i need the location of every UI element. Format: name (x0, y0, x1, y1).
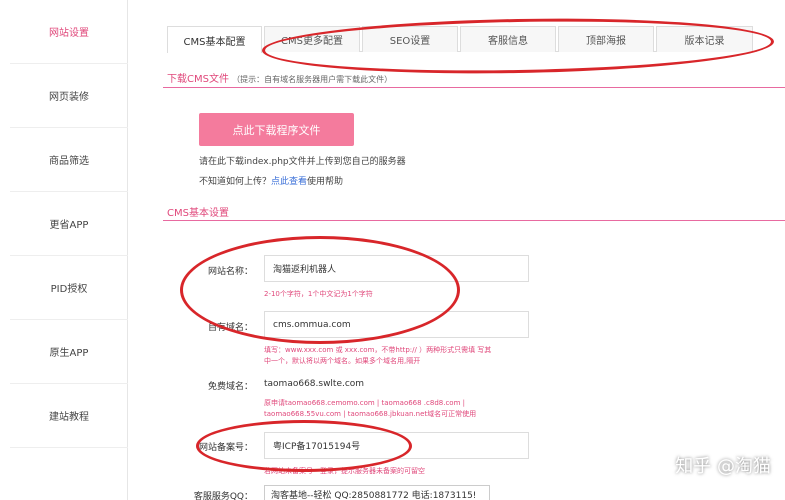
upload-instruction: 请在此下载index.php文件并上传到您自己的服务器 (199, 157, 406, 167)
site-name-hint: 2-10个字符，1个中文记为1个字符 (264, 290, 373, 298)
tab-label: 版本记录 (684, 36, 725, 47)
sidebar-item-label: 商品筛选 (49, 156, 89, 167)
sidebar-item-page-decoration[interactable]: 网页装修 (10, 64, 128, 128)
sidebar-item-site-settings[interactable]: 网站设置 (10, 0, 128, 64)
sidebar-item-label: 网页装修 (49, 92, 89, 103)
sidebar-item-product-filter[interactable]: 商品筛选 (10, 128, 128, 192)
sidebar-item-label: 更省APP (49, 220, 89, 231)
icp-hint: 若网站未备案号一登录，提示服务器未备案的可留空 (264, 467, 425, 475)
sidebar: 网站设置 网页装修 商品筛选 更省APP PID授权 原生APP 建站教程 (0, 0, 128, 500)
tab-label: 顶部海报 (586, 36, 626, 47)
tab-seo[interactable]: SEO设置 (362, 26, 458, 52)
tab-version-log[interactable]: 版本记录 (656, 26, 753, 52)
sidebar-item-app[interactable]: 更省APP (10, 192, 128, 256)
site-name-input[interactable] (264, 255, 529, 282)
section-title-text: 下载CMS文件 (167, 74, 229, 85)
help-link[interactable]: 点此查看 (271, 177, 307, 187)
free-domain-value: taomao668.swlte.com (264, 379, 365, 389)
tab-bar: CMS基本配置 CMS更多配置 SEO设置 客服信息 顶部海报 版本记录 (167, 26, 757, 53)
tab-cms-more[interactable]: CMS更多配置 (264, 26, 360, 52)
help-suffix: 使用帮助 (307, 177, 344, 187)
sidebar-item-native-app[interactable]: 原生APP (10, 320, 128, 384)
tab-label: CMS基本配置 (183, 36, 246, 48)
tab-cms-basic[interactable]: CMS基本配置 (167, 26, 262, 53)
sidebar-item-label: PID授权 (50, 284, 88, 295)
divider (163, 220, 785, 221)
qq-select[interactable]: 淘客基地--轻松 QQ:2850881772 电话:1873115! (264, 485, 490, 500)
download-button[interactable]: 点此下载程序文件 (199, 113, 354, 146)
domain-hint-line-1: 填写：www.xxx.com 或 xxx.com，不带http:// ）两种形式… (264, 346, 492, 354)
sidebar-item-label: 网站设置 (49, 28, 89, 39)
sidebar-item-label: 原生APP (49, 348, 89, 359)
icp-input[interactable] (264, 432, 529, 459)
tab-label: CMS更多配置 (281, 36, 343, 47)
download-section-title: 下载CMS文件 （提示：自有域名服务器用户需下载此文件） (167, 70, 392, 85)
sidebar-item-tutorial[interactable]: 建站教程 (10, 384, 128, 448)
tab-label: SEO设置 (389, 36, 431, 47)
tab-top-poster[interactable]: 顶部海报 (558, 26, 654, 52)
divider (163, 87, 785, 88)
help-line: 不知道如何上传？点此查看使用帮助 (199, 174, 343, 187)
section-hint: （提示：自有域名服务器用户需下载此文件） (232, 75, 393, 84)
qq-label: 客服服务QQ： (193, 492, 253, 500)
tab-label: 客服信息 (488, 36, 528, 47)
icp-label: 网站备案号： (198, 443, 253, 453)
domain-label: 自有域名： (207, 323, 253, 333)
domain-hint-line-2: 中一个，默认将以两个域名。如果多个域名用,隔开 (264, 357, 421, 365)
site-name-label: 网站名称： (207, 267, 253, 277)
watermark: 知乎 @淘猫 (675, 456, 771, 477)
free-domain-hint-line-2: taomao668.55vu.com | taomao668.jbkuan.ne… (264, 410, 477, 418)
tab-customer-service[interactable]: 客服信息 (460, 26, 556, 52)
free-domain-label: 免费域名： (207, 382, 253, 392)
basic-section-title: CMS基本设置 (167, 208, 229, 219)
sidebar-item-pid[interactable]: PID授权 (10, 256, 128, 320)
domain-input[interactable] (264, 311, 529, 338)
sidebar-item-label: 建站教程 (49, 412, 89, 423)
free-domain-hint-line-1: 原申请taomao668.cemomo.com | taomao668 .c8d… (264, 399, 465, 407)
help-prefix: 不知道如何上传？ (199, 177, 272, 187)
